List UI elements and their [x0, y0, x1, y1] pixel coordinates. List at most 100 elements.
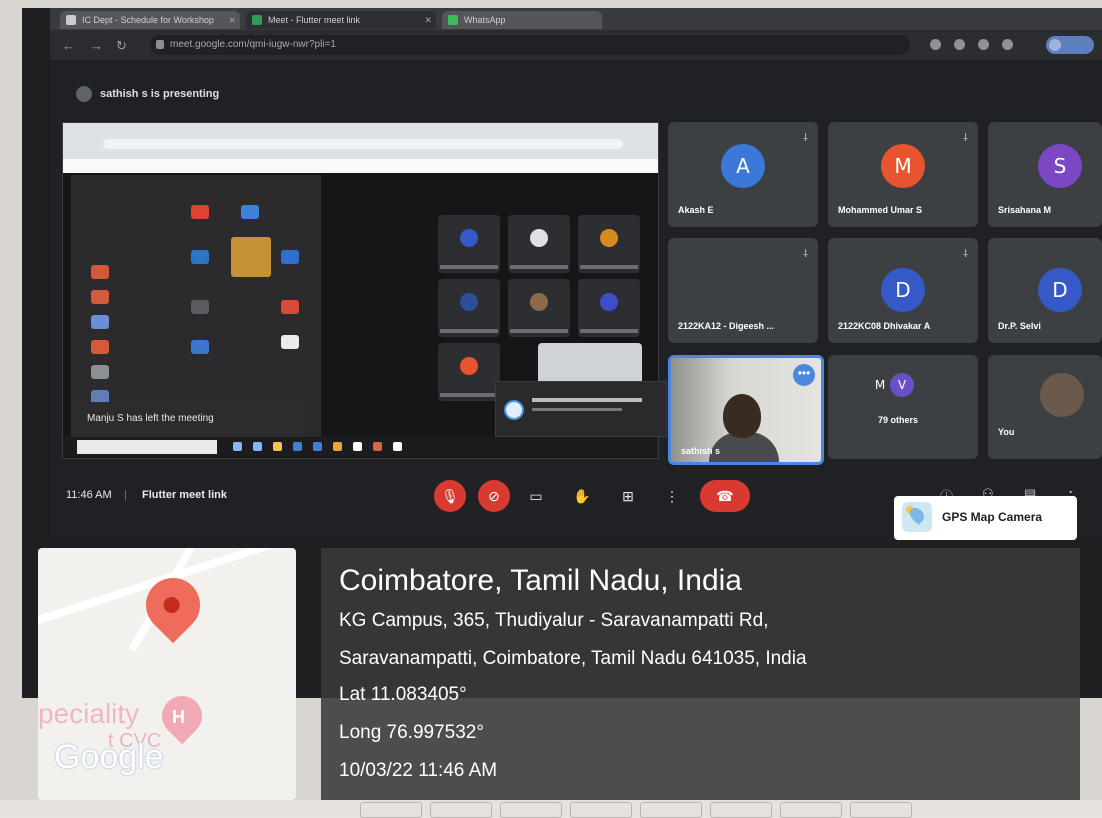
participant-tile[interactable]: ⸸ M Mohammed Umar S	[828, 122, 978, 227]
reload-icon[interactable]: ↻	[116, 38, 127, 54]
mini-name	[440, 329, 498, 333]
mini-tile	[438, 215, 500, 273]
mini-tile	[508, 279, 570, 337]
forward-icon[interactable]: →	[90, 38, 103, 53]
presenting-banner: sathish s is presenting	[76, 86, 219, 102]
raise-hand-button[interactable]: ✋	[566, 480, 598, 512]
tab-label: Meet - Flutter meet link	[268, 15, 361, 25]
mini-tile	[508, 215, 570, 273]
camera-off-icon: ⊘	[488, 488, 500, 504]
self-tile[interactable]: You	[988, 355, 1102, 459]
browser-tab[interactable]: WhatsApp	[442, 11, 602, 29]
share-icon[interactable]	[954, 39, 965, 50]
check-icon	[281, 250, 299, 264]
store-icon	[191, 250, 209, 264]
mini-name	[580, 329, 638, 333]
taskbar-app-icon	[233, 442, 242, 451]
keyboard-edge	[0, 800, 1102, 818]
location-info-box: Coimbatore, Tamil Nadu, India KG Campus,…	[321, 548, 1080, 800]
star-icon[interactable]	[978, 39, 989, 50]
avatar	[1049, 39, 1061, 51]
taskbar-app-icon	[253, 442, 262, 451]
gps-map-camera-icon	[902, 502, 932, 532]
url-field[interactable]: meet.google.com/qmi-iugw-nwr?pli=1	[150, 35, 910, 55]
avatar	[530, 293, 548, 311]
participant-name: 2122KC08 Dhivakar A	[838, 321, 931, 331]
lock-icon	[156, 40, 164, 49]
participant-name: Dr.P. Selvi	[998, 321, 1041, 331]
mini-name	[440, 393, 498, 397]
avatar	[1040, 373, 1084, 417]
close-tab-icon[interactable]: ✕	[228, 11, 236, 29]
gps-app-badge: GPS Map Camera	[894, 496, 1077, 540]
mic-off-icon: ⸸	[803, 249, 808, 260]
taskbar-app-icon	[333, 442, 342, 451]
taskbar-search	[77, 440, 217, 454]
more-icon: ⋮	[665, 488, 679, 504]
edge-icon	[293, 442, 302, 451]
keyboard-key	[360, 802, 422, 818]
hand-icon: ✋	[573, 488, 591, 504]
browser-tab[interactable]: IC Dept - Schedule for Workshop ✕	[60, 11, 240, 29]
avatar	[600, 229, 618, 247]
participant-tile[interactable]: S Srisahana M	[988, 122, 1102, 227]
participant-tile[interactable]: ⸸ D 2122KC08 Dhivakar A	[828, 238, 978, 343]
left-meeting-toast: Manju S has left the meeting	[73, 402, 303, 436]
avatar: A	[721, 144, 765, 188]
gps-app-name: GPS Map Camera	[942, 510, 1043, 524]
hospital-pin-icon: H	[153, 687, 211, 745]
url-text: meet.google.com/qmi-iugw-nwr?pli=1	[170, 39, 336, 50]
app-icon	[241, 205, 259, 219]
captions-button[interactable]: ▭	[520, 480, 552, 512]
app-icon	[91, 290, 109, 304]
mini-tile	[578, 279, 640, 337]
person-head	[723, 394, 761, 438]
others-tile[interactable]: M V 79 others	[828, 355, 978, 459]
participant-tile[interactable]: ⸸ A Akash E	[668, 122, 818, 227]
participant-tile[interactable]: D Dr.P. Selvi	[988, 238, 1102, 343]
latitude-text: Lat 11.083405°	[339, 684, 467, 705]
taskbar-app-icon	[353, 442, 362, 451]
mic-off-button[interactable]: 🎙	[434, 480, 466, 512]
profile-button[interactable]	[1046, 36, 1094, 54]
app-icon	[91, 365, 109, 379]
app-icon	[191, 340, 209, 354]
map-thumbnail: peciality H t CVC Google	[38, 548, 296, 800]
participant-tile[interactable]: ⸸ 2122KA12 - Digeesh ...	[668, 238, 818, 343]
address-line: KG Campus, 365, Thudiyalur - Saravanampa…	[339, 610, 769, 631]
more-options-icon[interactable]: •••	[793, 364, 815, 386]
globe-icon	[504, 400, 524, 420]
pinned-video-tile[interactable]: ••• sathish s	[668, 355, 824, 465]
present-icon: ⊞	[622, 488, 634, 504]
taskbar-app-icon	[313, 442, 322, 451]
mic-off-icon: ⸸	[963, 249, 968, 260]
keyboard-key	[780, 802, 842, 818]
more-options-button[interactable]: ⋮	[656, 480, 688, 512]
keyboard-key	[500, 802, 562, 818]
present-button[interactable]: ⊞	[612, 480, 644, 512]
shared-url-bar	[103, 139, 623, 149]
shared-taskbar	[63, 437, 658, 457]
avatar: M	[881, 144, 925, 188]
location-title: Coimbatore, Tamil Nadu, India	[339, 564, 742, 597]
photo-frame: IC Dept - Schedule for Workshop ✕ Meet -…	[0, 0, 1102, 818]
avatar	[600, 293, 618, 311]
camera-indicator-icon[interactable]	[930, 39, 941, 50]
mic-off-icon: 🎙	[441, 488, 459, 504]
mini-name	[510, 265, 568, 269]
avatar: V	[890, 373, 914, 397]
close-tab-icon[interactable]: ✕	[424, 11, 432, 29]
keyboard-key	[850, 802, 912, 818]
shared-screen[interactable]: Manju S has left the meeting	[62, 122, 667, 459]
end-call-button[interactable]: ☎	[700, 480, 750, 512]
avatar: D	[881, 268, 925, 312]
mic-off-icon: ⸸	[803, 133, 808, 144]
app-icon	[91, 265, 109, 279]
folder-icon	[273, 442, 282, 451]
camera-off-button[interactable]: ⊘	[478, 480, 510, 512]
back-icon[interactable]: ←	[62, 38, 75, 53]
browser-tab-active[interactable]: Meet - Flutter meet link ✕	[246, 11, 436, 29]
avatar: D	[1038, 268, 1082, 312]
keyboard-key	[710, 802, 772, 818]
extensions-icon[interactable]	[1002, 39, 1013, 50]
